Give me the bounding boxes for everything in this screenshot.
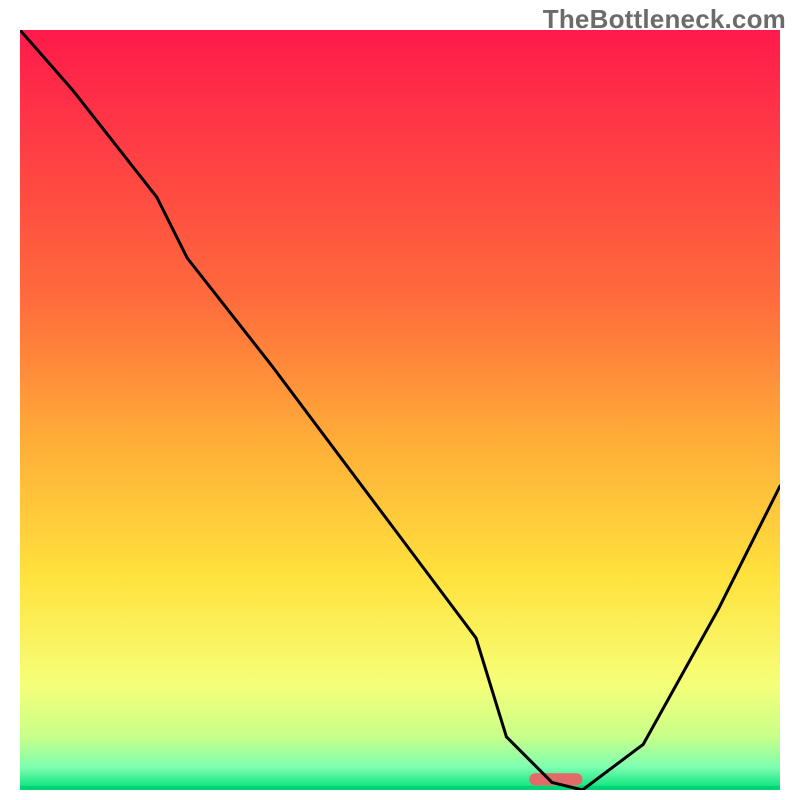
watermark-text: TheBottleneck.com bbox=[543, 4, 786, 35]
chart-container: TheBottleneck.com bbox=[0, 0, 800, 800]
chart-svg bbox=[20, 30, 780, 790]
baseline-band bbox=[20, 786, 780, 790]
plot-area bbox=[20, 30, 780, 790]
gradient-background bbox=[20, 30, 780, 790]
